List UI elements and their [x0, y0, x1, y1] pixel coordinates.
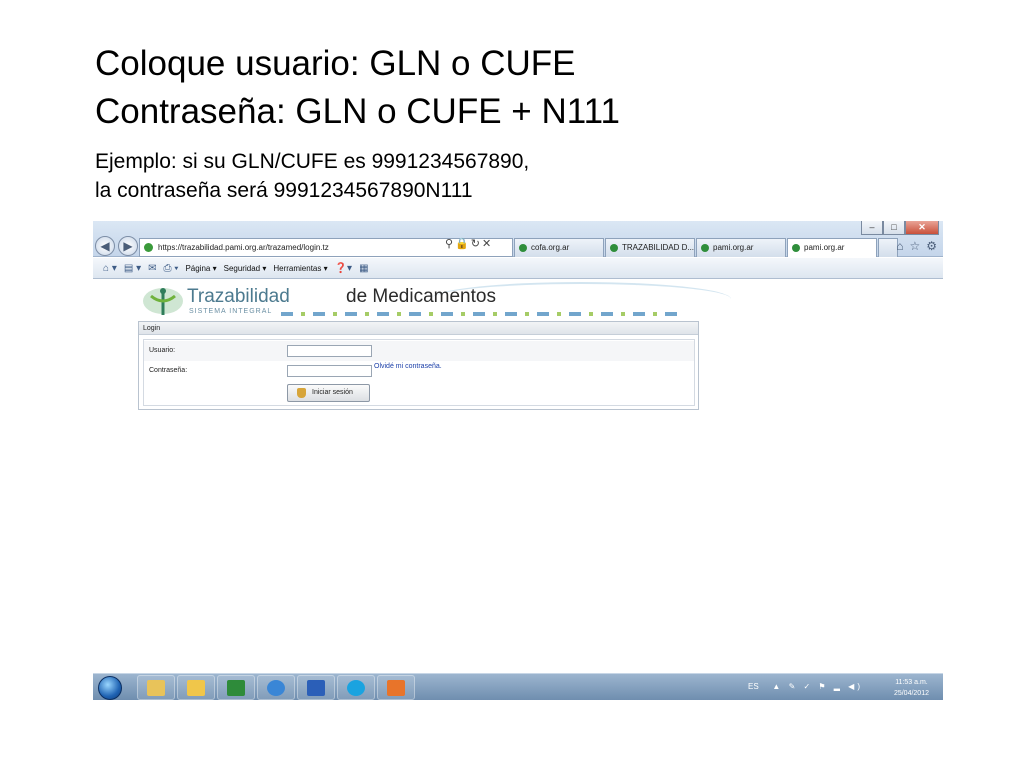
tab-favicon-icon	[519, 244, 527, 252]
excel-icon	[227, 679, 245, 696]
user-row: Usuario:	[144, 341, 694, 361]
menu-safety[interactable]: Seguridad ▾	[224, 264, 267, 273]
login-header: Login	[139, 322, 698, 335]
favorites-star-icon[interactable]: ☆	[909, 238, 920, 254]
home-icon[interactable]: ⌂	[896, 238, 903, 254]
stop-icon[interactable]: ✕	[482, 238, 493, 250]
tab-cofa[interactable]: cofa.org.ar	[514, 238, 604, 257]
taskbar-word[interactable]	[297, 675, 335, 700]
search-icon[interactable]: ⚲	[445, 238, 455, 250]
taskbar-media[interactable]	[377, 675, 415, 700]
forgot-password-link[interactable]: Olvidé mi contraseña.	[374, 363, 442, 370]
gear-icon[interactable]: ⚙	[926, 238, 937, 254]
tab-favicon-icon	[792, 244, 800, 252]
example-line-1: Ejemplo: si su GLN/CUFE es 9991234567890…	[95, 150, 530, 173]
taskbar-explorer[interactable]	[137, 675, 175, 700]
folder-icon	[147, 679, 165, 696]
title-line-password: Contraseña: GLN o CUFE + N111	[95, 92, 620, 131]
tab-trazabilidad[interactable]: TRAZABILIDAD D...	[605, 238, 695, 257]
example-line-2: la contraseña será 9991234567890N111	[95, 179, 473, 202]
close-button[interactable]: ✕	[905, 221, 939, 235]
clock-date: 25/04/2012	[893, 690, 929, 697]
taskbar-clock[interactable]: 11:53 a.m. 25/04/2012	[894, 677, 929, 699]
tab-favicon-icon	[610, 244, 618, 252]
password-input[interactable]	[287, 365, 372, 377]
help-icon[interactable]: ❓▾	[335, 263, 352, 274]
logo-word-trazabilidad: Trazabilidad	[187, 286, 290, 307]
taskbar-skype[interactable]	[337, 675, 375, 700]
start-button[interactable]	[98, 676, 122, 700]
tab-pami-2[interactable]: pami.org.ar	[787, 238, 877, 257]
title-line-user: Coloque usuario: GLN o CUFE	[95, 44, 576, 83]
login-button-label: Iniciar sesión	[312, 389, 353, 396]
tab-strip: cofa.org.ar TRAZABILIDAD D... pami.org.a…	[514, 238, 898, 257]
menu-tools[interactable]: Herramientas ▾	[273, 264, 327, 273]
caduceus-logo-icon	[143, 288, 183, 315]
logo-dashes	[281, 312, 681, 316]
web-page: Trazabilidad de Medicamentos SISTEMA INT…	[93, 280, 943, 673]
logo-word-medicamentos: de Medicamentos	[346, 286, 496, 307]
taskbar-ie[interactable]	[257, 675, 295, 700]
address-url: https://trazabilidad.pami.org.ar/trazame…	[158, 243, 329, 252]
language-indicator[interactable]: ES	[748, 682, 759, 691]
home-page-icon[interactable]: ⌂ ▾	[103, 263, 117, 274]
lock-icon[interactable]: 🔒	[455, 238, 471, 250]
skype-icon	[347, 679, 365, 696]
login-panel: Login Usuario: Contraseña: Olvidé mi con…	[138, 321, 699, 410]
back-arrow-icon[interactable]: ◀	[95, 236, 115, 256]
key-icon	[297, 388, 306, 398]
maximize-button[interactable]: □	[883, 221, 905, 235]
user-label: Usuario:	[149, 347, 176, 354]
slide-example: Ejemplo: si su GLN/CUFE es 9991234567890…	[95, 147, 529, 205]
word-icon	[307, 679, 325, 696]
user-input[interactable]	[287, 345, 372, 357]
media-player-icon	[387, 679, 405, 696]
login-button[interactable]: Iniciar sesión	[287, 384, 370, 402]
mail-icon[interactable]: ✉	[148, 263, 156, 274]
research-icon[interactable]: ▦	[359, 263, 368, 274]
new-tab-button[interactable]	[878, 238, 898, 257]
window-controls: – □ ✕	[861, 221, 939, 235]
browser-window: – □ ✕ ◀ ▶ https://trazabilidad.pami.org.…	[93, 221, 943, 673]
clock-time: 11:53 a.m.	[895, 679, 928, 686]
tab-pami-1[interactable]: pami.org.ar	[696, 238, 786, 257]
slide-title: Coloque usuario: GLN o CUFE Contraseña: …	[95, 40, 620, 136]
windows-taskbar: ES ▲ ✎ ✓ ⚑ ▂ ◀) 11:53 a.m. 25/04/2012	[93, 673, 943, 700]
tab-favicon-icon	[701, 244, 709, 252]
feeds-icon[interactable]: ▤ ▾	[124, 263, 141, 274]
password-label: Contraseña:	[149, 367, 188, 374]
login-form: Usuario: Contraseña: Olvidé mi contraseñ…	[143, 339, 695, 406]
system-tray-icons[interactable]: ▲ ✎ ✓ ⚑ ▂ ◀)	[772, 682, 863, 691]
submit-row: Iniciar sesión	[144, 382, 694, 402]
command-bar: ⌂ ▾ ▤ ▾ ✉ ⎙ ▾ Página ▾ Seguridad ▾ Herra…	[93, 258, 943, 279]
browser-titlebar: – □ ✕ ◀ ▶ https://trazabilidad.pami.org.…	[93, 221, 943, 257]
internet-explorer-icon	[267, 679, 285, 696]
print-icon[interactable]: ⎙ ▾	[163, 263, 178, 274]
browser-right-icons: ⌂ ☆ ⚙	[896, 238, 937, 254]
logo-subtitle: SISTEMA INTEGRAL	[189, 308, 273, 315]
menu-page[interactable]: Página ▾	[185, 264, 216, 273]
taskbar-app-2[interactable]	[177, 675, 215, 700]
password-row: Contraseña: Olvidé mi contraseña.	[144, 361, 694, 381]
site-favicon-icon	[144, 243, 153, 252]
app-icon	[187, 679, 205, 696]
site-logo: Trazabilidad de Medicamentos SISTEMA INT…	[141, 282, 731, 322]
minimize-button[interactable]: –	[861, 221, 883, 235]
refresh-icon[interactable]: ↻	[471, 238, 482, 250]
taskbar-excel[interactable]	[217, 675, 255, 700]
forward-arrow-icon[interactable]: ▶	[118, 236, 138, 256]
address-tools: ⚲🔒↻✕	[445, 237, 493, 250]
